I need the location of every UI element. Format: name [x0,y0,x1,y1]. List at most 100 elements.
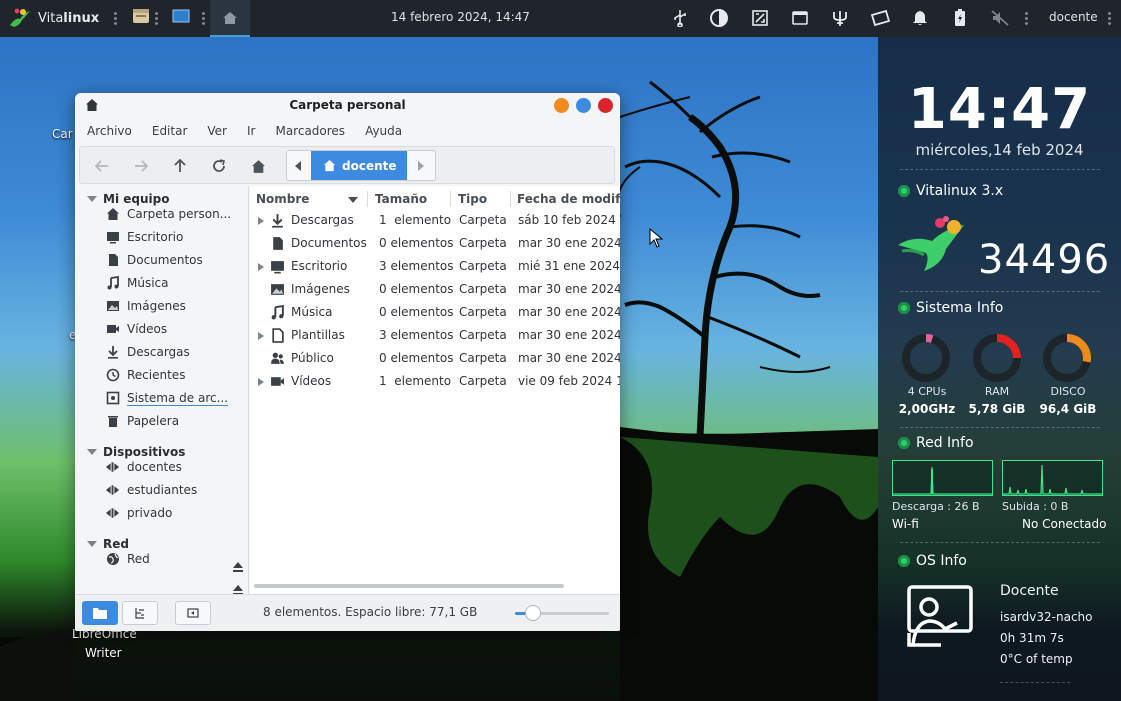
panel-separator [114,10,118,26]
breadcrumb-docente[interactable]: docente [311,151,407,180]
toggle-sidebar-button[interactable] [175,601,211,625]
file-size: 1 elemento [379,374,452,388]
table-row[interactable]: Música 0 elementos Carpeta mar 30 ene 2024 [250,301,620,324]
folder-icon [93,608,107,619]
table-row[interactable]: Vídeos 1 elemento Carpeta vie 09 feb 2024 1 [250,370,620,393]
video-icon [105,322,120,337]
up-button[interactable] [169,155,191,177]
column-separator[interactable] [367,191,368,207]
mute-icon[interactable] [989,7,1011,29]
file-date: mar 30 ene 2024 [518,351,620,365]
sidebar-item-estudiantes[interactable]: estudiantes [105,479,245,501]
window-icon[interactable] [789,7,811,29]
file-manager-launcher[interactable] [131,6,153,28]
file-date: mar 30 ene 2024 [518,305,620,319]
table-row[interactable]: Público 0 elementos Carpeta mar 30 ene 2024 [250,347,620,370]
column-header-nombre[interactable]: Nombre [256,192,309,206]
file-name: Imágenes [291,282,350,296]
chevron-right-icon [418,161,424,171]
upload-label: Subida : 0 B [1002,500,1069,513]
menu-ver[interactable]: Ver [195,120,235,142]
breadcrumb-right-button[interactable] [412,155,430,177]
sidebar-item-docentes[interactable]: docentes [105,456,245,478]
expander-icon[interactable] [258,263,264,271]
sidebar-item-descargas[interactable]: Descargas [105,341,245,363]
menu-editar[interactable]: Editar [140,120,196,142]
vitalinux-menu-button[interactable]: Vitalinux [8,6,99,30]
sidebar-item-sistema-de-archivos[interactable]: Sistema de arc... [105,387,245,409]
contrast-icon[interactable] [708,7,730,29]
close-button[interactable] [598,98,613,113]
distro-title: Vitalinux 3.x [916,183,1004,199]
desktop-icon-label[interactable]: Car [52,127,73,141]
table-row[interactable]: Escritorio 3 elementos Carpeta mié 31 ene 2… [250,255,620,278]
breadcrumb-left-button[interactable] [289,155,307,177]
column-header-fecha[interactable]: Fecha de modific [517,192,620,206]
column-header-tipo[interactable]: Tipo [458,192,487,206]
places-view-button[interactable] [82,601,118,625]
video-icon [271,377,284,386]
notifications-icon[interactable] [909,7,931,29]
horizontal-scrollbar[interactable] [254,584,564,588]
maximize-button[interactable] [576,98,591,113]
sort-descending-icon[interactable] [348,197,358,203]
template-icon [272,328,284,343]
ticket-icon[interactable] [869,7,891,29]
sidebar-item-red[interactable]: Red [105,548,245,570]
desktop-icon-label-writer[interactable]: Writer [85,646,122,660]
window-titlebar[interactable]: Carpeta personal [75,93,620,118]
panel-clock[interactable]: 14 febrero 2024, 14:47 [391,10,530,24]
table-row[interactable]: Plantillas 3 elementos Carpeta mar 30 ene 2… [250,324,620,347]
sidebar-item-recientes[interactable]: Recientes [105,364,245,386]
table-row[interactable]: Imágenes 0 elementos Carpeta mar 30 ene 202… [250,278,620,301]
file-size: 0 elementos [379,236,454,250]
menu-ayuda[interactable]: Ayuda [353,120,410,142]
table-row[interactable]: Descargas 1 elemento Carpeta sáb 10 feb 202… [250,209,620,232]
sidebar-item-privado[interactable]: privado [105,502,245,524]
column-header-tamano[interactable]: Tamaño [375,192,427,206]
screenshot-icon[interactable] [749,7,771,29]
session-user-menu[interactable]: docente [1049,10,1098,24]
forward-button[interactable] [130,155,152,177]
minimize-button[interactable] [554,98,569,113]
expander-icon[interactable] [258,378,264,386]
column-separator[interactable] [450,191,451,207]
sidebar-item-documentos[interactable]: Documentos [105,249,245,271]
back-button[interactable] [91,155,113,177]
desktop-launcher[interactable] [171,6,193,28]
home-window-button[interactable] [210,0,250,37]
battery-icon[interactable] [949,7,971,29]
expander-icon[interactable] [258,332,264,340]
image-icon [105,299,120,314]
sidebar-item-musica[interactable]: Música [105,272,245,294]
tree-view-button[interactable] [122,601,158,625]
file-size: 0 elementos [379,282,454,296]
users-icon [271,352,284,364]
usb-icon[interactable] [669,7,691,29]
divider [1000,682,1070,683]
sidebar-item-label: estudiantes [127,483,198,497]
expander-icon[interactable] [258,217,264,225]
window-title: Carpeta personal [289,98,406,112]
sidebar-item-papelera[interactable]: Papelera [105,410,245,432]
sidebar-item-videos[interactable]: Vídeos [105,318,245,340]
sidebar-item-label: Música [127,276,169,290]
trident-icon[interactable] [829,7,851,29]
disk-gauge [1043,334,1091,382]
menu-marcadores[interactable]: Marcadores [263,120,353,142]
menu-ir[interactable]: Ir [235,120,263,142]
column-separator[interactable] [510,191,511,207]
zoom-slider-handle[interactable] [524,605,541,621]
sidebar-item-imagenes[interactable]: Imágenes [105,295,245,317]
ram-gauge [973,334,1021,382]
home-button[interactable] [247,155,269,177]
sidebar-item-carpeta-personal[interactable]: Carpeta person... [105,203,245,225]
sidebar-item-escritorio[interactable]: Escritorio [105,226,245,248]
distro-heading: Vitalinux 3.x [898,183,1003,199]
conky-clock: 14:47 [907,77,1092,142]
reload-button[interactable] [208,155,230,177]
column-label: Tipo [458,192,488,206]
menu-archivo[interactable]: Archivo [75,120,140,142]
table-row[interactable]: Documentos 0 elementos Carpeta mar 30 ene 2… [250,232,620,255]
desktop-icon [172,9,190,23]
